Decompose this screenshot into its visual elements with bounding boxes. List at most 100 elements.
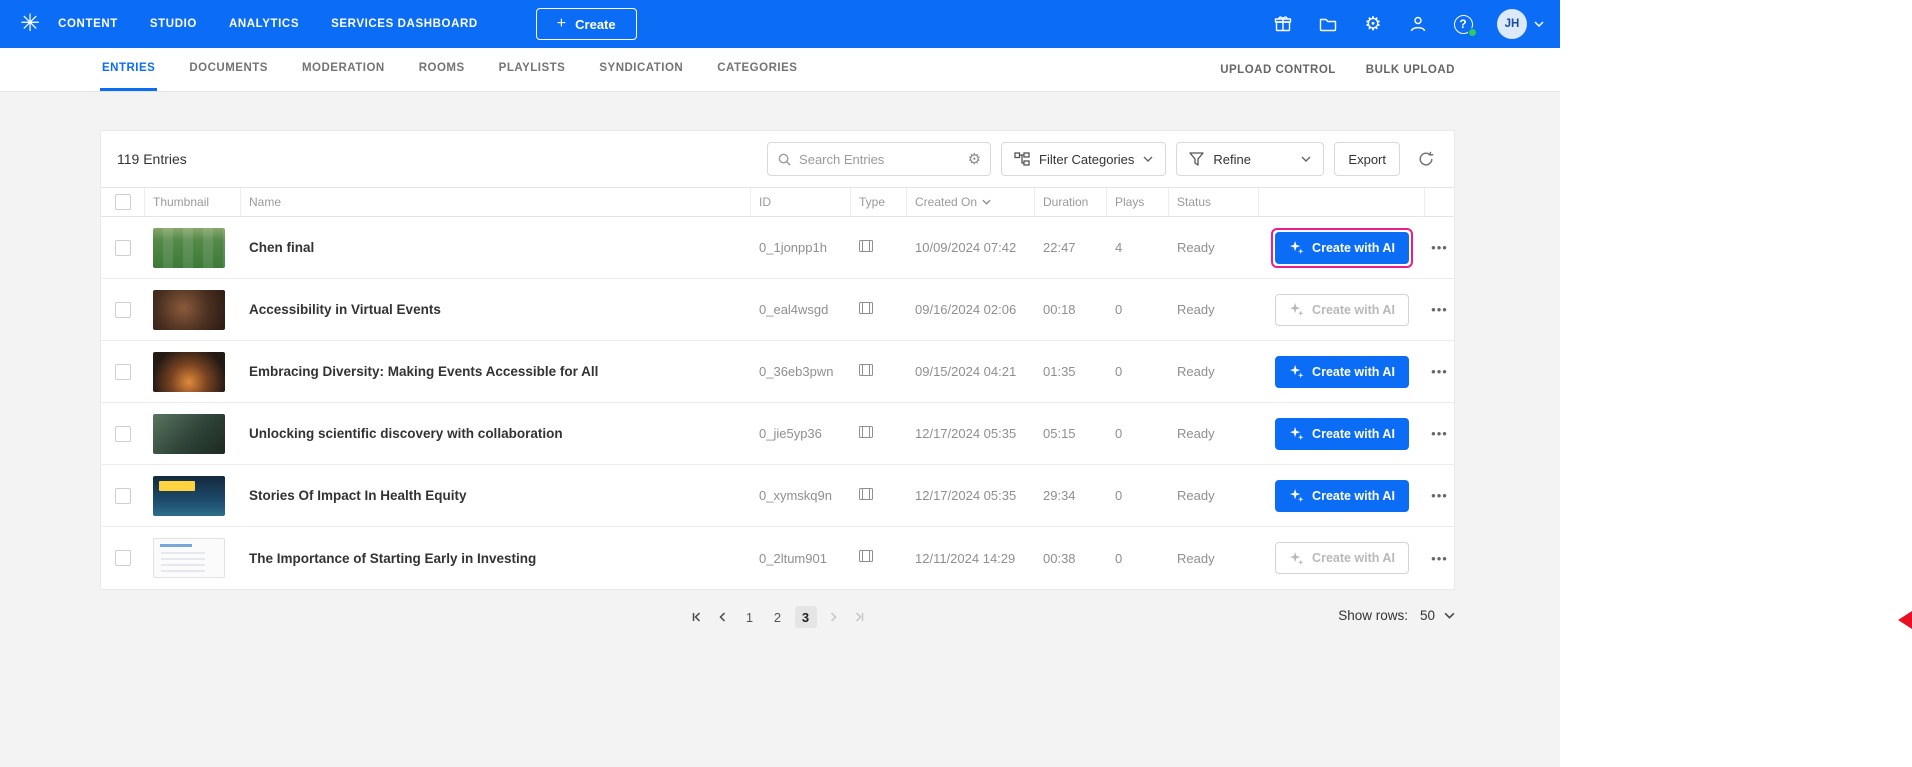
create-with-ai-button[interactable]: Create with AI [1275,417,1409,450]
chevron-down-icon [1534,21,1544,27]
settings-gear-icon[interactable]: ⚙ [1362,13,1384,35]
pagination-bar: 1 2 3 Show rows: 50 [100,606,1455,636]
sparkle-icon [1289,240,1304,255]
search-settings-icon[interactable]: ⚙ [968,152,981,167]
first-page-button[interactable] [687,606,707,628]
entry-name[interactable]: Chen final [241,240,751,255]
row-menu-button[interactable]: ••• [1425,426,1454,441]
refine-dropdown[interactable]: Refine [1176,142,1325,176]
row-checkbox[interactable] [115,425,131,442]
entry-name[interactable]: Stories Of Impact In Health Equity [241,488,751,503]
video-type-icon [859,425,873,443]
entry-name[interactable]: Embracing Diversity: Making Events Acces… [241,364,751,379]
entry-created-on: 10/09/2024 07:42 [915,240,1017,255]
content-subnav: ENTRIES DOCUMENTS MODERATION ROOMS PLAYL… [0,48,1560,92]
page-1-button[interactable]: 1 [739,606,761,628]
gift-icon[interactable] [1272,13,1294,35]
prev-page-button[interactable] [713,606,733,628]
nav-content[interactable]: CONTENT [58,18,118,30]
last-page-button[interactable] [849,606,869,628]
entry-name[interactable]: The Importance of Starting Early in Inve… [241,551,751,566]
entry-plays: 4 [1115,240,1123,255]
entry-created-on: 09/15/2024 04:21 [915,364,1017,379]
entry-created-on: 12/17/2024 05:35 [915,488,1017,503]
create-with-ai-button[interactable]: Create with AI [1275,479,1409,512]
create-with-ai-button[interactable]: Create with AI [1275,542,1409,574]
entry-thumbnail[interactable] [153,538,225,578]
entry-name[interactable]: Unlocking scientific discovery with coll… [241,426,751,441]
sparkle-icon [1289,488,1304,503]
create-button[interactable]: + Create [535,8,637,40]
help-icon[interactable]: ? [1452,13,1477,37]
entry-status: Ready [1177,302,1215,317]
entry-thumbnail[interactable] [153,475,225,516]
row-checkbox[interactable] [115,239,131,256]
row-menu-button[interactable]: ••• [1425,488,1454,503]
entry-plays: 0 [1115,488,1123,503]
create-with-ai-button[interactable]: Create with AI [1275,293,1409,326]
col-created-on[interactable]: Created On [907,188,1035,216]
filter-categories-dropdown[interactable]: Filter Categories [1001,142,1167,176]
table-row: Chen final 0_1jonpp1h 10/09/2024 07:42 2… [101,217,1454,279]
entry-status: Ready [1177,426,1215,441]
filter-categories-label: Filter Categories [1039,151,1135,167]
tab-categories[interactable]: CATEGORIES [715,48,799,91]
entry-id: 0_36eb3pwn [759,364,834,379]
entry-thumbnail[interactable] [153,351,225,392]
show-rows-control: Show rows: 50 [1338,608,1455,623]
entry-status: Ready [1177,550,1215,566]
search-input[interactable] [799,151,961,167]
tab-entries[interactable]: ENTRIES [100,48,158,91]
row-checkbox[interactable] [115,550,131,566]
entry-id: 0_jie5yp36 [759,426,822,441]
tab-rooms[interactable]: ROOMS [417,48,467,91]
row-menu-button[interactable]: ••• [1425,364,1454,379]
tab-syndication[interactable]: SYNDICATION [597,48,685,91]
col-actions [1259,188,1425,216]
next-page-button[interactable] [823,606,843,628]
folder-icon[interactable] [1317,13,1339,35]
table-row: Stories Of Impact In Health Equity 0_xym… [101,465,1454,527]
entries-toolbar: 119 Entries ⚙ Filter C [101,131,1454,187]
nav-analytics[interactable]: ANALYTICS [229,18,299,30]
plus-icon: + [556,15,567,32]
table-row: Embracing Diversity: Making Events Acces… [101,341,1454,403]
page-2-button[interactable]: 2 [767,606,789,628]
entry-name[interactable]: Accessibility in Virtual Events [241,302,751,317]
entry-plays: 0 [1115,302,1123,317]
kaltura-logo-icon[interactable]: ✳ [20,12,40,36]
nav-services-dashboard[interactable]: SERVICES DASHBOARD [331,18,478,30]
categories-tree-icon [1014,152,1030,166]
entry-thumbnail[interactable] [153,289,225,330]
user-avatar-menu[interactable]: JH [1497,9,1544,39]
page-3-button-current[interactable]: 3 [794,606,817,628]
create-with-ai-button[interactable]: Create with AI [1275,231,1409,264]
col-type: Type [851,188,907,216]
main-nav: CONTENT STUDIO ANALYTICS SERVICES DASHBO… [58,18,510,30]
col-thumbnail: Thumbnail [145,188,241,216]
row-checkbox[interactable] [115,301,131,318]
export-button[interactable]: Export [1334,142,1400,176]
upload-control-link[interactable]: UPLOAD CONTROL [1220,64,1336,76]
tab-documents[interactable]: DOCUMENTS [187,48,270,91]
create-with-ai-button[interactable]: Create with AI [1275,355,1409,388]
row-menu-button[interactable]: ••• [1425,551,1454,566]
video-type-icon [859,549,873,567]
nav-studio[interactable]: STUDIO [150,18,197,30]
bulk-upload-link[interactable]: BULK UPLOAD [1366,64,1455,76]
entry-thumbnail[interactable] [153,413,225,454]
user-icon[interactable] [1407,13,1429,35]
row-menu-button[interactable]: ••• [1425,240,1454,255]
select-all-checkbox[interactable] [114,194,131,210]
row-checkbox[interactable] [115,487,131,504]
create-button-label: Create [575,16,616,32]
refresh-icon[interactable] [1414,147,1438,171]
entry-status: Ready [1177,488,1215,503]
row-checkbox[interactable] [115,363,131,380]
video-type-icon [859,487,873,505]
tab-moderation[interactable]: MODERATION [300,48,387,91]
show-rows-select[interactable]: 50 [1420,608,1455,623]
entry-thumbnail[interactable] [153,227,225,268]
tab-playlists[interactable]: PLAYLISTS [497,48,568,91]
row-menu-button[interactable]: ••• [1425,302,1454,317]
